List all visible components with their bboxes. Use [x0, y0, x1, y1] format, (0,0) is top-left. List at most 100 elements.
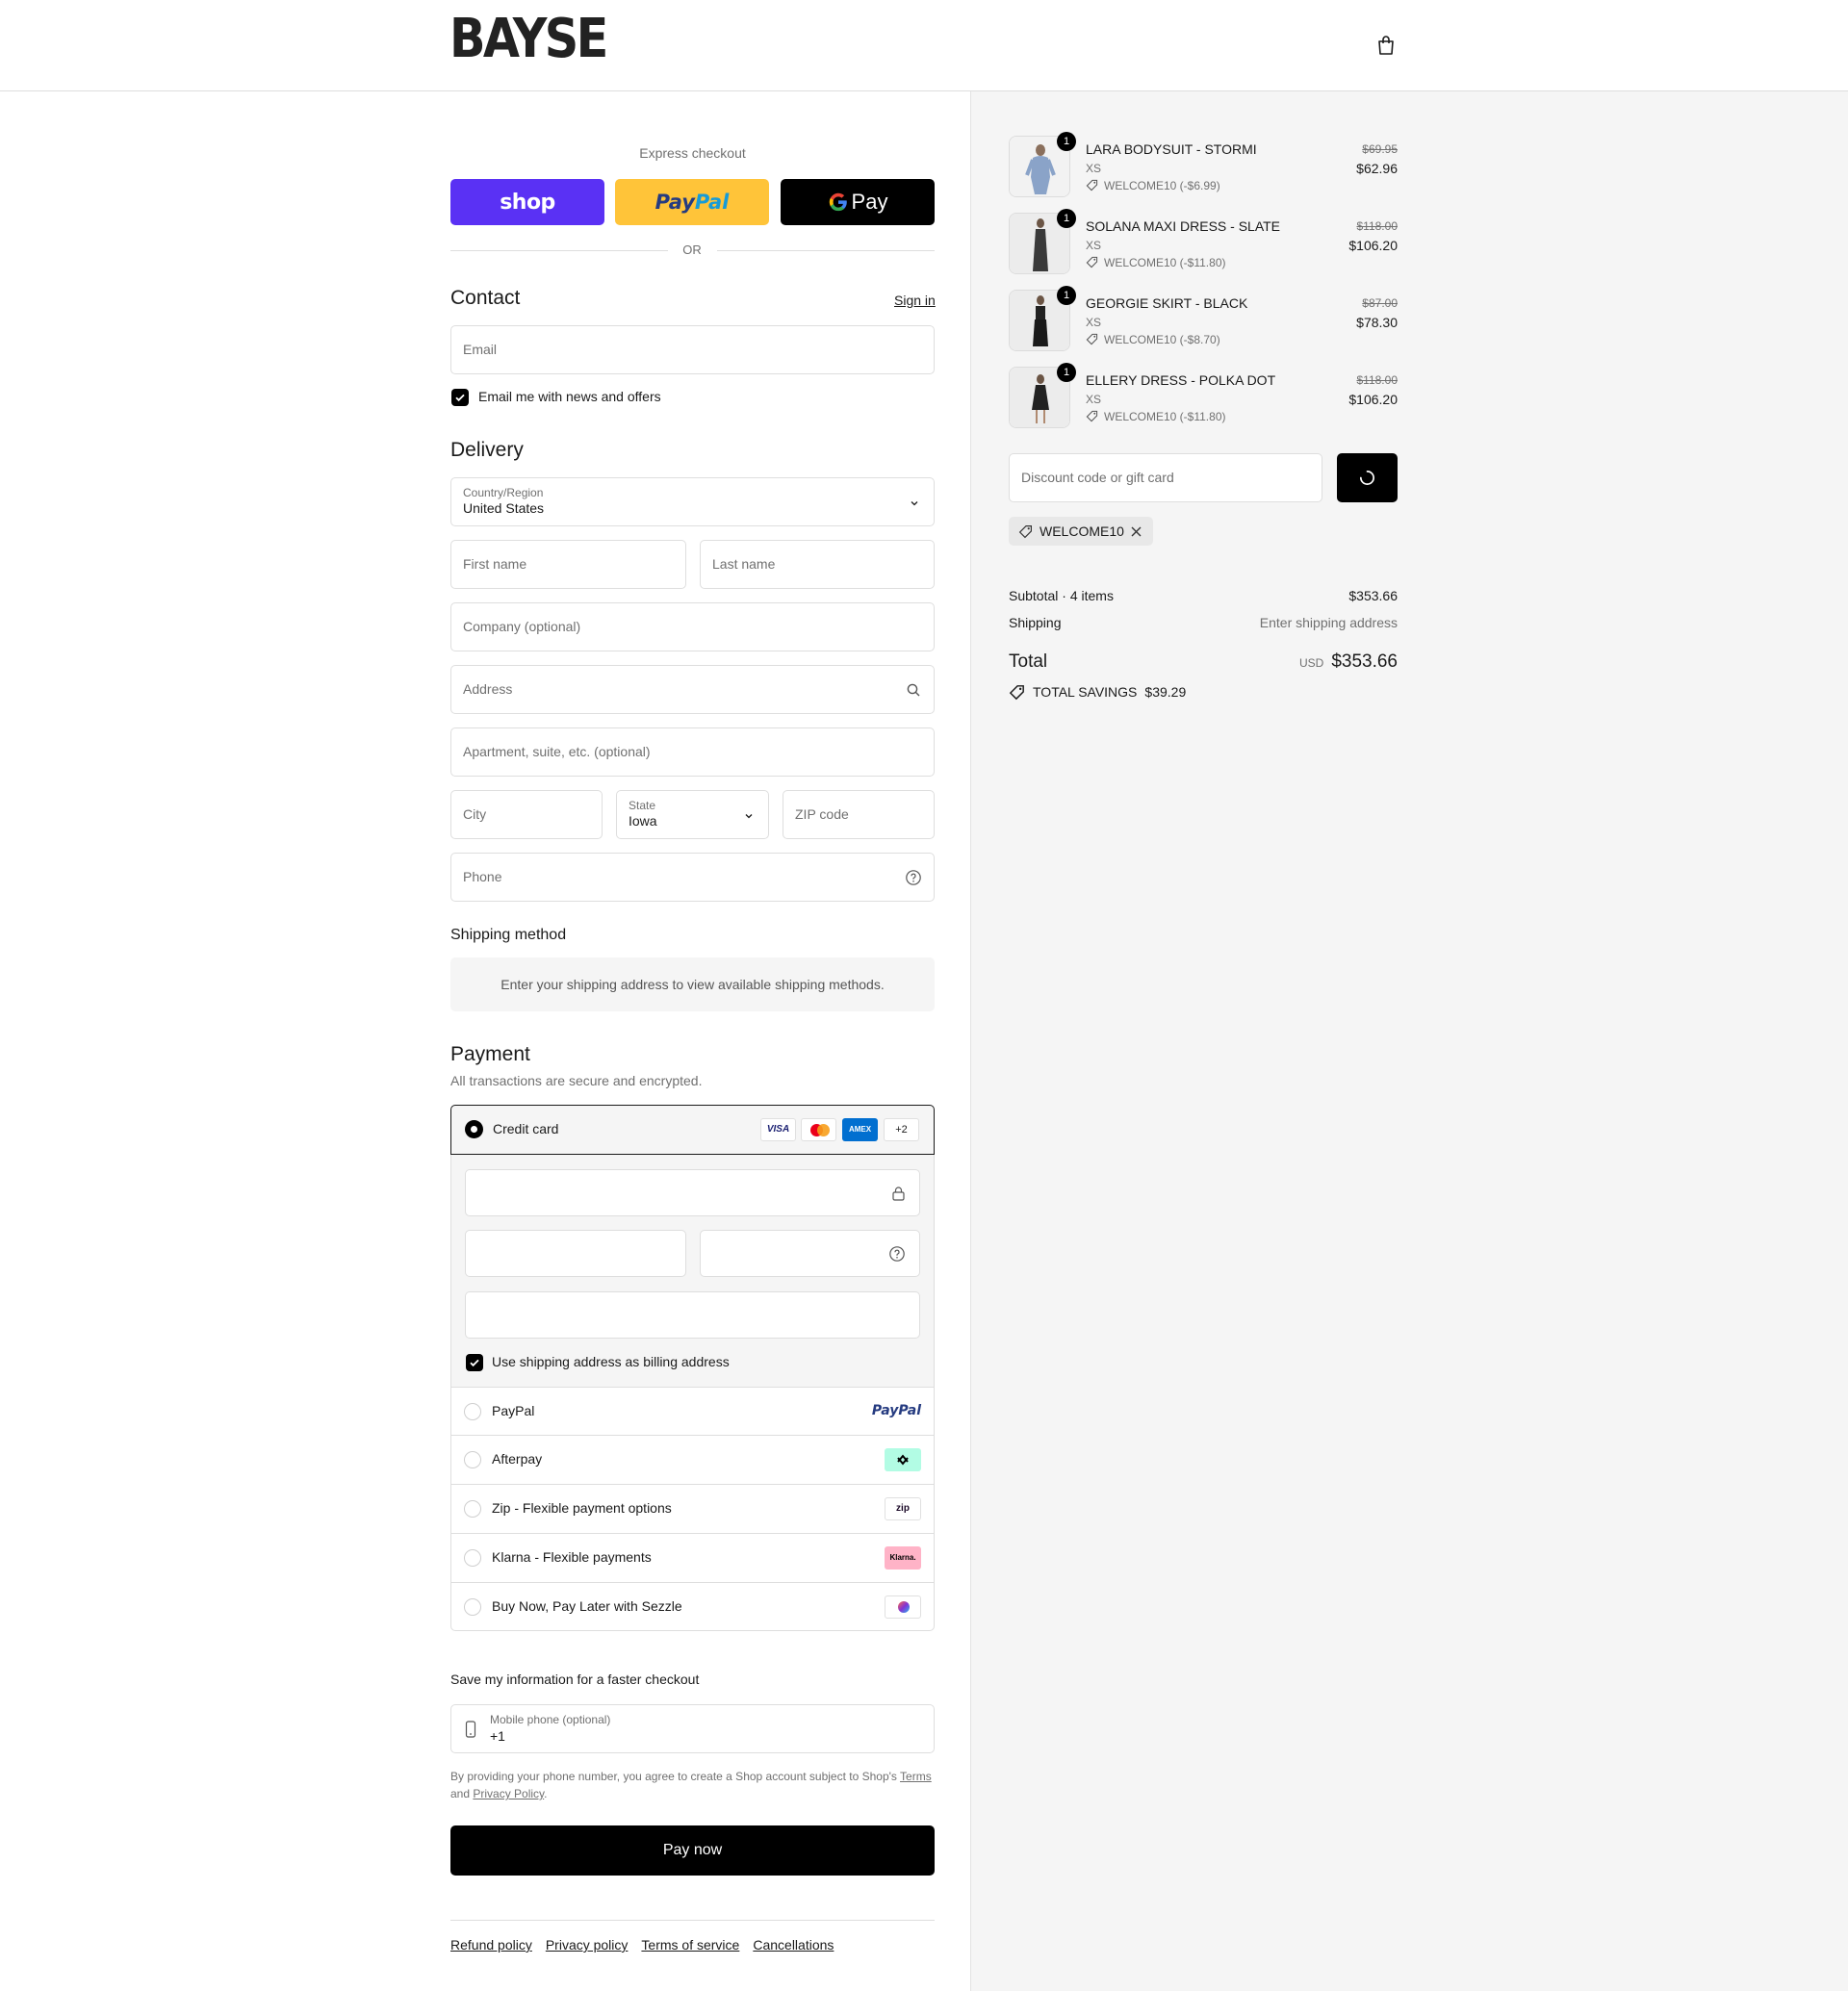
klarna-radio[interactable]	[464, 1549, 481, 1567]
paypal-logo-text: PayPal	[871, 1403, 921, 1418]
item-variant: XS	[1086, 316, 1102, 329]
savings-tag-icon	[1009, 685, 1024, 701]
delivery-heading: Delivery	[450, 439, 524, 461]
first-name-placeholder: First name	[463, 556, 527, 572]
total-savings-label: TOTAL SAVINGS	[1033, 684, 1138, 700]
express-checkout-title: Express checkout	[639, 145, 746, 161]
google-g-icon	[829, 192, 847, 212]
item-original-price: $118.00	[1356, 219, 1399, 233]
address-placeholder: Address	[463, 681, 513, 697]
sign-in-link[interactable]: Sign in	[894, 293, 936, 308]
help-circle-icon[interactable]	[888, 1245, 906, 1263]
paypal-option-label: PayPal	[492, 1403, 535, 1418]
afterpay-icon	[885, 1448, 921, 1471]
email-field[interactable]: Email	[450, 325, 935, 374]
loading-spinner-icon	[1359, 470, 1374, 485]
total-savings-value: $39.29	[1144, 684, 1187, 700]
billing-same-label: Use shipping address as billing address	[492, 1354, 730, 1369]
payment-option-zip[interactable]: Zip - Flexible payment options zip	[450, 1484, 935, 1533]
shipping-method-heading: Shipping method	[450, 927, 567, 943]
help-circle-icon[interactable]	[905, 869, 922, 886]
expiry-field[interactable]	[465, 1230, 686, 1277]
close-icon[interactable]	[1131, 526, 1142, 537]
item-discount: WELCOME10 (-$11.80)	[1104, 256, 1226, 269]
credit-card-radio[interactable]	[465, 1120, 483, 1138]
item-original-price: $118.00	[1356, 373, 1399, 387]
country-select[interactable]: Country/Region United States	[450, 477, 935, 526]
quantity-badge: 1	[1057, 209, 1076, 228]
applied-discount-code: WELCOME10	[1040, 523, 1124, 539]
paypal-radio[interactable]	[464, 1403, 481, 1420]
legal-text: By providing your phone number, you agre…	[450, 1770, 897, 1783]
shopping-bag-icon[interactable]	[1374, 34, 1398, 57]
footer-links: Refund policy Privacy policy Terms of se…	[450, 1937, 834, 1953]
zip-radio[interactable]	[464, 1500, 481, 1518]
news-offers-checkbox[interactable]	[451, 389, 469, 406]
privacy-policy-footer-link[interactable]: Privacy policy	[546, 1937, 629, 1953]
item-variant: XS	[1086, 162, 1102, 175]
pay-now-button[interactable]: Pay now	[450, 1825, 935, 1876]
refund-policy-link[interactable]: Refund policy	[450, 1937, 532, 1953]
address-field[interactable]: Address	[450, 665, 935, 714]
tag-icon	[1086, 179, 1098, 191]
total-value: $353.66	[1331, 651, 1398, 672]
paypal-logo: PayPal	[872, 1403, 921, 1418]
payment-option-klarna[interactable]: Klarna - Flexible payments Klarna.	[450, 1533, 935, 1582]
billing-same-checkbox[interactable]	[466, 1354, 483, 1371]
google-pay-button[interactable]: Pay	[781, 179, 935, 225]
sezzle-icon	[885, 1595, 921, 1619]
tag-icon	[1086, 333, 1098, 345]
item-name: ELLERY DRESS - POLKA DOT	[1086, 372, 1276, 388]
discount-code-placeholder: Discount code or gift card	[1021, 470, 1174, 485]
paypal-express-button[interactable]: PayPal	[615, 179, 769, 225]
more-cards-badge: +2	[884, 1118, 919, 1141]
total-label: Total	[1009, 651, 1048, 672]
payment-option-afterpay[interactable]: Afterpay	[450, 1435, 935, 1484]
name-on-card-field[interactable]	[465, 1291, 920, 1339]
apply-discount-button[interactable]	[1337, 453, 1398, 502]
cancellations-link[interactable]: Cancellations	[753, 1937, 834, 1953]
security-code-field[interactable]	[700, 1230, 920, 1277]
item-price: $106.20	[1348, 238, 1398, 253]
country-label: Country/Region	[463, 486, 544, 499]
apartment-field[interactable]: Apartment, suite, etc. (optional)	[450, 727, 935, 777]
paypal-logo-pal: Pal	[694, 191, 730, 214]
item-price: $106.20	[1348, 392, 1398, 407]
mobile-phone-field[interactable]: Mobile phone (optional) +1	[450, 1704, 935, 1753]
terms-link[interactable]: Terms	[900, 1770, 932, 1783]
item-discount: WELCOME10 (-$6.99)	[1104, 179, 1220, 192]
city-field[interactable]: City	[450, 790, 603, 839]
brand-logo[interactable]: BAYSE	[449, 13, 608, 66]
privacy-policy-link[interactable]: Privacy Policy	[473, 1787, 544, 1800]
save-info-heading: Save my information for a faster checkou…	[450, 1672, 700, 1687]
card-number-field[interactable]	[465, 1169, 920, 1216]
legal-period: .	[544, 1787, 548, 1800]
klarna-option-label: Klarna - Flexible payments	[492, 1549, 652, 1565]
payment-option-sezzle[interactable]: Buy Now, Pay Later with Sezzle	[450, 1582, 935, 1631]
first-name-field[interactable]: First name	[450, 540, 686, 589]
legal-and: and	[450, 1787, 471, 1800]
payment-option-paypal[interactable]: PayPal PayPal	[450, 1387, 935, 1436]
last-name-field[interactable]: Last name	[700, 540, 935, 589]
terms-of-service-link[interactable]: Terms of service	[641, 1937, 739, 1953]
klarna-logo: Klarna.	[885, 1546, 921, 1570]
shop-pay-logo: shop	[500, 190, 555, 215]
checkmark-icon	[455, 394, 465, 402]
tag-icon	[1018, 525, 1032, 539]
item-discount: WELCOME10 (-$8.70)	[1104, 333, 1220, 346]
paypal-logo-pay: Pay	[654, 191, 695, 214]
shop-pay-button[interactable]: shop	[450, 179, 604, 225]
afterpay-radio[interactable]	[464, 1451, 481, 1468]
total-savings: TOTAL SAVINGS $39.29	[1033, 684, 1186, 700]
visa-icon: VISA	[760, 1118, 796, 1141]
total-amount: USD $353.66	[1299, 651, 1398, 673]
company-field[interactable]: Company (optional)	[450, 602, 935, 651]
discount-code-field[interactable]: Discount code or gift card	[1009, 453, 1322, 502]
credit-card-option[interactable]: Credit card VISA AMEX +2	[450, 1105, 935, 1155]
shop-legal-text: By providing your phone number, you agre…	[450, 1768, 941, 1802]
sezzle-radio[interactable]	[464, 1598, 481, 1616]
phone-field[interactable]: Phone	[450, 853, 935, 902]
zip-field[interactable]: ZIP code	[783, 790, 935, 839]
state-select[interactable]: State Iowa	[616, 790, 769, 839]
item-original-price: $69.95	[1362, 142, 1398, 156]
